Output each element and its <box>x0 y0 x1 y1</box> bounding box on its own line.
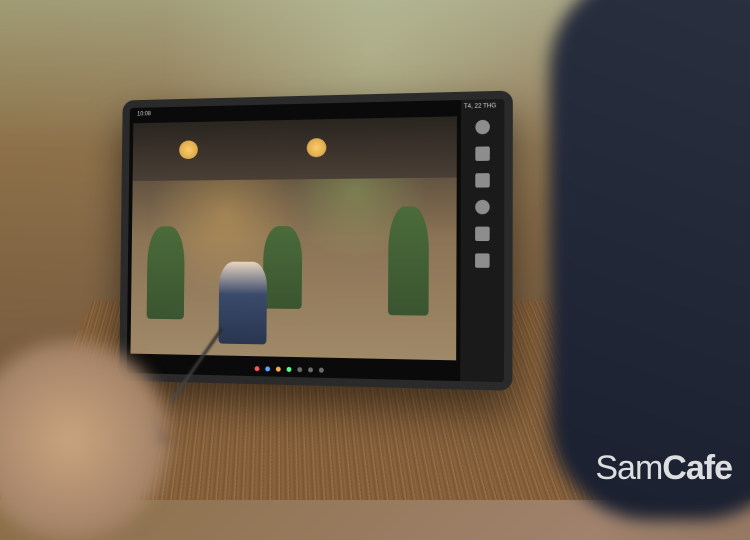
dock-app-icon[interactable] <box>254 366 259 371</box>
watermark-prefix: Sam <box>595 449 662 487</box>
dock-app-icon[interactable] <box>265 366 270 371</box>
watermark-suffix: Cafe <box>662 449 732 487</box>
brush-tool-icon[interactable] <box>475 173 490 188</box>
presets-tool-icon[interactable] <box>475 253 490 267</box>
dock-app-icon[interactable] <box>308 367 313 372</box>
dock-app-icon[interactable] <box>275 366 280 371</box>
status-date: T4, 22 THG <box>464 103 496 110</box>
status-time: 10:08 <box>137 111 151 117</box>
dock-app-icon[interactable] <box>318 367 323 372</box>
photo-plant <box>388 206 429 315</box>
photo-editor-canvas[interactable] <box>131 116 457 360</box>
dock-app-icon[interactable] <box>286 366 291 371</box>
photo-plant <box>263 226 303 309</box>
brand-watermark: SamCafe <box>595 449 732 488</box>
heal-tool-icon[interactable] <box>475 200 490 214</box>
photo-person <box>218 261 267 344</box>
edited-photo-content <box>131 116 457 360</box>
crop-tool-icon[interactable] <box>475 120 490 135</box>
dock-app-icon[interactable] <box>297 367 302 372</box>
editor-tool-sidebar <box>460 99 504 382</box>
user-shoulder <box>550 0 750 520</box>
adjust-tool-icon[interactable] <box>475 146 490 161</box>
tablet-device: 10:08 T4, 22 THG Lưu trữ quang sai màu B… <box>119 91 513 391</box>
tablet-screen: 10:08 T4, 22 THG Lưu trữ quang sai màu B… <box>127 99 505 382</box>
photo-scene: 10:08 T4, 22 THG Lưu trữ quang sai màu B… <box>0 0 750 500</box>
photo-light <box>306 138 326 157</box>
mask-tool-icon[interactable] <box>475 227 490 241</box>
tablet-app-dock <box>127 357 461 381</box>
photo-plant <box>146 226 184 319</box>
